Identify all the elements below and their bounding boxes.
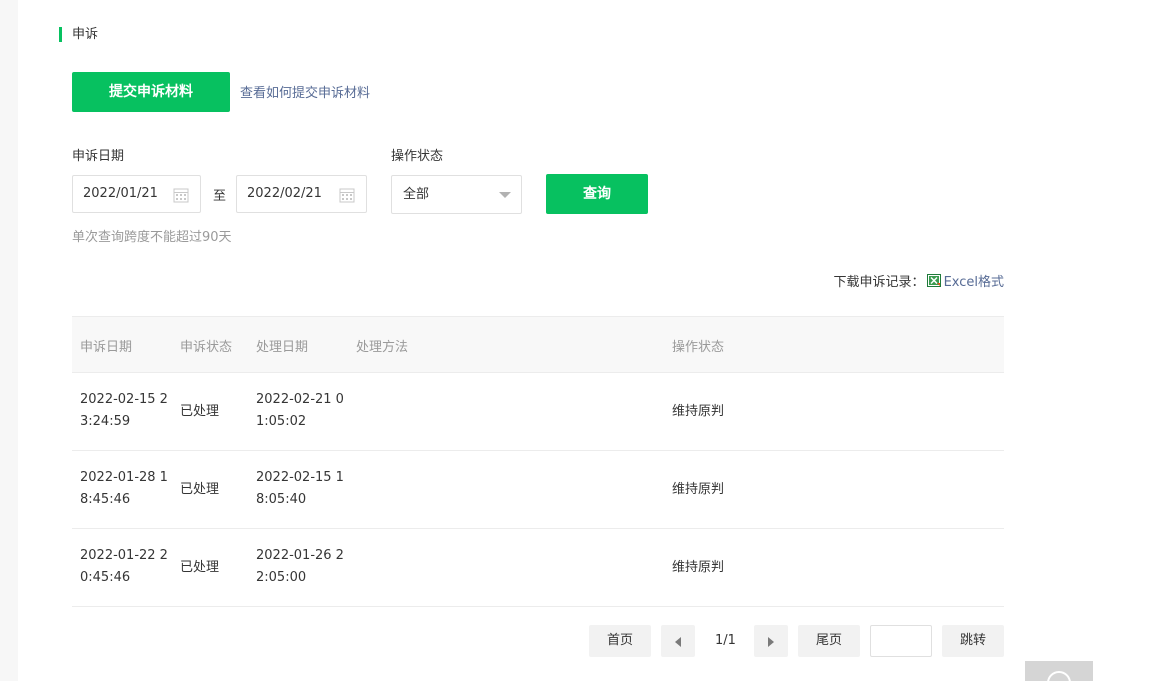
table-row: 2022-01-22 20:45:46 已处理 2022-01-26 22:05… [72, 529, 1004, 607]
howto-link[interactable]: 查看如何提交申诉材料 [240, 82, 370, 101]
table-row: 2022-02-15 23:24:59 已处理 2022-02-21 01:05… [72, 373, 1004, 451]
calendar-icon[interactable] [339, 187, 355, 203]
header-process-method: 处理方法 [356, 340, 409, 355]
start-date-input[interactable]: 2022/01/21 [72, 175, 201, 213]
prev-page-icon [675, 637, 681, 647]
row-process-date: 2022-01-26 22:05:00 [256, 548, 344, 585]
start-date-value: 2022/01/21 [83, 186, 158, 201]
table-header: 申诉日期 申诉状态 处理日期 处理方法 操作状态 [72, 316, 1004, 373]
jump-button[interactable]: 跳转 [942, 625, 1004, 657]
help-icon [1047, 671, 1071, 681]
prev-page-button[interactable] [661, 625, 695, 657]
floating-help-button[interactable] [1025, 661, 1093, 681]
next-page-button[interactable] [754, 625, 788, 657]
download-records: 下载申诉记录： Excel格式 [834, 271, 1004, 290]
query-button[interactable]: 查询 [546, 174, 648, 214]
row-op-status: 维持原判 [672, 560, 725, 575]
row-appeal-status: 已处理 [180, 560, 220, 575]
row-process-date: 2022-02-21 01:05:02 [256, 392, 344, 429]
status-label: 操作状态 [391, 149, 444, 164]
range-hint: 单次查询跨度不能超过90天 [72, 230, 232, 245]
row-appeal-date: 2022-02-15 23:24:59 [80, 392, 168, 429]
status-select-value: 全部 [403, 187, 430, 202]
to-separator: 至 [213, 189, 227, 204]
header-op-status: 操作状态 [672, 340, 725, 355]
status-select[interactable]: 全部 [391, 175, 522, 214]
next-page-icon [768, 637, 774, 647]
submit-appeal-button[interactable]: 提交申诉材料 [72, 72, 230, 112]
date-label: 申诉日期 [72, 149, 125, 164]
row-appeal-status: 已处理 [180, 482, 220, 497]
row-appeal-status: 已处理 [180, 404, 220, 419]
section-title: 申诉 [59, 27, 98, 42]
first-page-button[interactable]: 首页 [589, 625, 651, 657]
page-jump-input[interactable] [870, 625, 932, 657]
excel-icon [926, 274, 941, 287]
end-date-value: 2022/02/21 [247, 186, 322, 201]
last-page-button[interactable]: 尾页 [798, 625, 860, 657]
header-appeal-status: 申诉状态 [180, 340, 233, 355]
appeal-table: 申诉日期 申诉状态 处理日期 处理方法 操作状态 2022-02-15 23:2… [72, 316, 1004, 607]
row-appeal-date: 2022-01-28 18:45:46 [80, 470, 168, 507]
table-row: 2022-01-28 18:45:46 已处理 2022-02-15 18:05… [72, 451, 1004, 529]
row-appeal-date: 2022-01-22 20:45:46 [80, 548, 168, 585]
excel-download-link[interactable]: Excel格式 [944, 271, 1004, 290]
header-process-date: 处理日期 [256, 340, 309, 355]
chevron-down-icon [499, 192, 511, 198]
calendar-icon[interactable] [173, 187, 189, 203]
header-appeal-date: 申诉日期 [80, 340, 133, 355]
page-count: 1/1 [715, 633, 736, 648]
row-op-status: 维持原判 [672, 404, 725, 419]
end-date-input[interactable]: 2022/02/21 [236, 175, 367, 213]
download-label: 下载申诉记录： [833, 275, 925, 290]
row-process-date: 2022-02-15 18:05:40 [256, 470, 344, 507]
row-op-status: 维持原判 [672, 482, 725, 497]
